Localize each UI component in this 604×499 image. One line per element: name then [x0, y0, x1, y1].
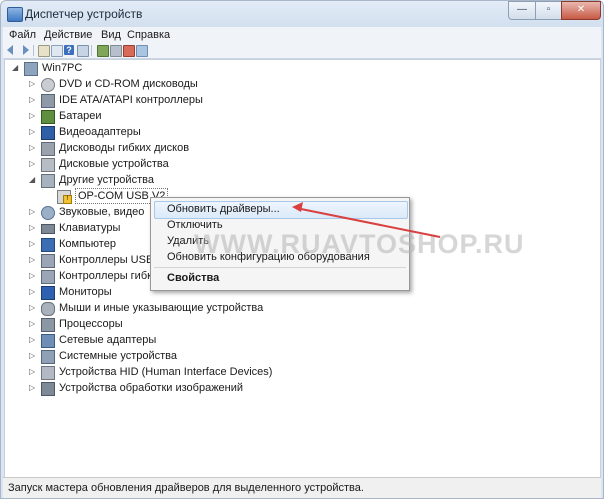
- annotation-arrow: [292, 202, 441, 238]
- arrow-head-icon: [292, 202, 303, 212]
- arrow-line: [295, 207, 441, 238]
